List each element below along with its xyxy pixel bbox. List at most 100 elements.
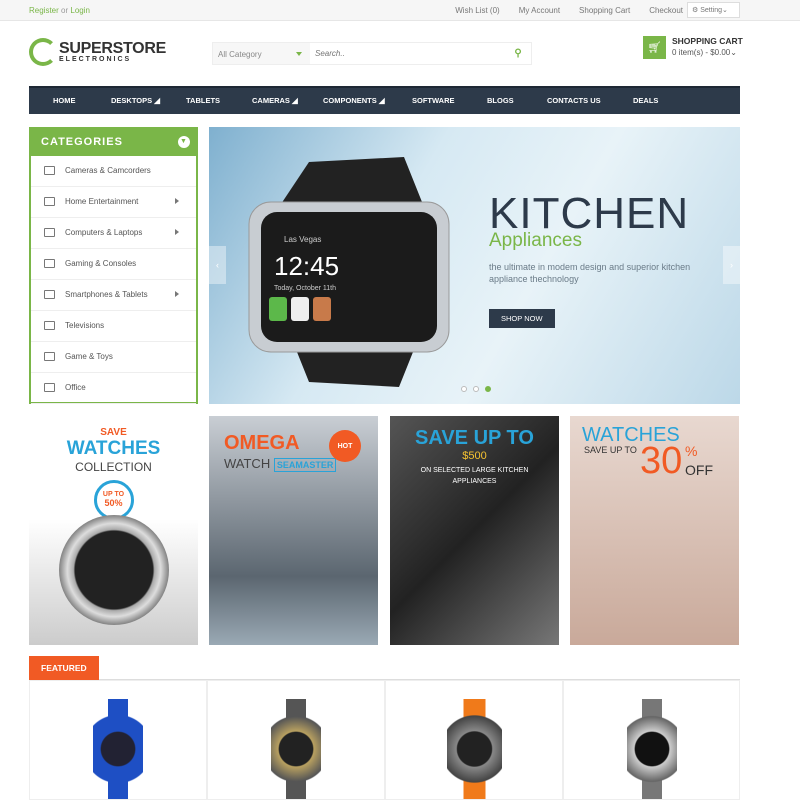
hero-slider: Las Vegas 12:45 Today, October 11th KITC… — [209, 127, 740, 404]
slider-dot-active[interactable] — [485, 386, 491, 392]
banner-title: SAVE UP TO — [415, 427, 534, 449]
category-icon — [44, 228, 55, 237]
logo[interactable]: SUPERSTORE ELECTRONICS — [29, 38, 166, 66]
cart-icon: 🛒︎ — [643, 36, 666, 59]
smartwatch-image: Las Vegas 12:45 Today, October 11th — [248, 157, 450, 387]
watch-time: 12:45 — [274, 251, 339, 281]
top-bar: Register or Login Wish List (0) My Accou… — [0, 0, 800, 21]
nav-label: CAMERAS — [252, 96, 290, 105]
featured-tab[interactable]: FEATURED — [29, 656, 99, 680]
shop-now-button[interactable]: SHOP NOW — [489, 309, 555, 328]
or-text: or — [61, 6, 69, 15]
banner-percent: 30 — [640, 440, 683, 482]
banner-save: SAVE — [100, 427, 127, 438]
banner-off: OFF — [685, 462, 713, 478]
login-link[interactable]: Login — [70, 6, 90, 15]
nav-desktops[interactable]: DESKTOPS ◢ — [111, 88, 160, 105]
slider-prev-button[interactable]: ‹ — [209, 246, 226, 284]
category-item[interactable]: Gaming & Consoles — [31, 249, 196, 280]
category-label: Home Entertainment — [65, 197, 139, 206]
categories-menu: CATEGORIES ▼ Cameras & Camcorders Home Ent… — [29, 127, 198, 404]
nav-contacts[interactable]: CONTACTS US — [547, 88, 601, 105]
category-item[interactable]: Game & Toys — [31, 342, 196, 373]
logo-sub: ELECTRONICS — [59, 56, 132, 63]
category-label: Smartphones & Tablets — [65, 290, 148, 299]
category-item[interactable]: Home Entertainment — [31, 187, 196, 218]
watch-date: Today, October 11th — [274, 285, 336, 292]
watch-image — [58, 515, 169, 625]
search-button[interactable]: ⚲ — [505, 43, 531, 64]
register-link[interactable]: Register — [29, 6, 59, 15]
banner-text: ON SELECTED LARGE KITCHEN APPLIANCES — [420, 467, 529, 485]
slide-subtitle: Appliances — [489, 230, 582, 251]
category-icon — [44, 383, 55, 392]
category-item[interactable]: Televisions — [31, 311, 196, 342]
nav-components[interactable]: COMPONENTS ◢ — [323, 88, 385, 105]
nav-blogs[interactable]: BLOGS — [487, 88, 514, 105]
categories-title: CATEGORIES — [41, 136, 123, 148]
banner-save: SAVE UP TO — [584, 445, 637, 455]
nav-software[interactable]: SOFTWARE — [412, 88, 455, 105]
categories-header[interactable]: CATEGORIES ▼ — [31, 129, 196, 156]
banner-amount: $500 — [462, 450, 487, 462]
main-nav: HOME DESKTOPS ◢ TABLETS CAMERAS ◢ COMPON… — [29, 86, 740, 114]
nav-deals[interactable]: DEALS — [633, 88, 658, 105]
slide-text: the ultimate in modem design and superio… — [489, 262, 691, 284]
checkout-link[interactable]: Checkout — [649, 6, 683, 15]
my-account-link[interactable]: My Account — [519, 6, 560, 15]
banner-model: SEAMASTER — [273, 458, 337, 472]
setting-label: Setting — [700, 7, 723, 14]
category-icon — [44, 166, 55, 175]
banner-watches-30off[interactable]: WATCHES SAVE UP TO 30 % OFF — [570, 416, 739, 645]
product-image — [446, 699, 502, 799]
category-label: Game & Toys — [65, 352, 113, 361]
setting-dropdown[interactable]: ⚙ Setting⌄ — [687, 2, 740, 18]
shopping-cart-link[interactable]: Shopping Cart — [579, 6, 630, 15]
product-card[interactable] — [563, 680, 740, 800]
banner-sub: COLLECTION — [75, 460, 152, 474]
slider-dot[interactable] — [461, 386, 467, 392]
slider-dot[interactable] — [473, 386, 479, 392]
nav-label: DESKTOPS — [111, 96, 153, 105]
banner-title: OMEGA — [224, 432, 300, 454]
banner-title: WATCHES — [66, 438, 161, 459]
nav-tablets[interactable]: TABLETS — [186, 88, 220, 105]
banner-omega[interactable]: OMEGA WATCH SEAMASTER HOT — [209, 416, 378, 645]
chevron-right-icon — [175, 291, 182, 297]
product-card[interactable] — [207, 680, 385, 800]
category-label: Televisions — [65, 321, 105, 330]
category-label: Computers & Laptops — [65, 228, 143, 237]
nav-home[interactable]: HOME — [53, 88, 76, 105]
cart-logo-icon — [29, 38, 57, 66]
category-item[interactable]: Office — [31, 373, 196, 404]
logo-name: SUPERSTORE — [59, 40, 166, 57]
category-label: Gaming & Consoles — [65, 259, 137, 268]
discount-badge: UP TO 50% — [93, 480, 134, 520]
category-icon — [44, 197, 55, 206]
banner-save-500[interactable]: SAVE UP TO $500 ON SELECTED LARGE KITCHE… — [390, 416, 559, 645]
category-item[interactable]: Computers & Laptops — [31, 218, 196, 249]
banner-watch: WATCH — [224, 456, 271, 471]
banner-watches-collection[interactable]: SAVE WATCHES COLLECTION UP TO 50% — [29, 416, 198, 645]
slider-next-button[interactable]: › — [723, 246, 740, 284]
category-value: All Category — [218, 50, 262, 59]
product-card[interactable] — [385, 680, 563, 800]
category-item[interactable]: Cameras & Camcorders — [31, 156, 196, 187]
category-icon — [44, 290, 55, 299]
product-image — [93, 699, 143, 799]
nav-label: COMPONENTS — [323, 96, 377, 105]
product-card[interactable] — [29, 680, 207, 800]
watch-place: Las Vegas — [284, 235, 321, 244]
category-select[interactable]: All Category — [213, 43, 310, 64]
category-icon — [44, 352, 55, 361]
category-item[interactable]: Smartphones & Tablets — [31, 280, 196, 311]
wishlist-link[interactable]: Wish List (0) — [455, 6, 499, 15]
nav-cameras[interactable]: CAMERAS ◢ — [252, 88, 298, 105]
product-image — [271, 699, 321, 799]
banner-percent-sign: % — [685, 443, 698, 459]
hot-badge: HOT — [329, 430, 361, 462]
caret-down-icon — [296, 52, 302, 59]
search-input[interactable] — [310, 43, 505, 64]
category-icon — [44, 321, 55, 330]
cart-widget[interactable]: 🛒︎ SHOPPING CART 0 item(s) - $0.00⌄ — [643, 36, 743, 59]
